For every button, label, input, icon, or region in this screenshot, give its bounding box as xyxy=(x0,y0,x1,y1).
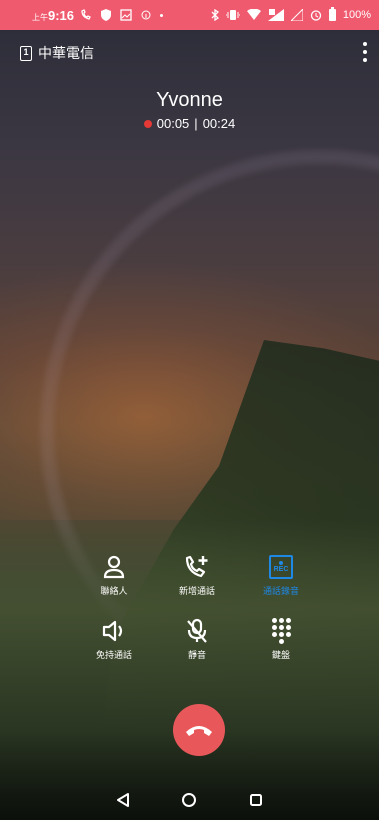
record-call-button[interactable]: REC 通話錄音 xyxy=(246,552,316,597)
gallery-icon xyxy=(120,9,132,21)
in-call-screen: 上午9:16 100% 1 中華電信 Yvonne 00:05 | 00:24 … xyxy=(0,0,379,820)
record-badge: REC xyxy=(273,566,289,573)
vibrate-icon xyxy=(225,10,240,20)
back-button[interactable] xyxy=(115,792,131,808)
dialpad-icon xyxy=(271,618,291,644)
navigation-bar xyxy=(0,780,379,820)
signal-icon xyxy=(267,9,284,21)
bluetooth-icon xyxy=(211,9,219,21)
mic-off-icon xyxy=(187,618,207,643)
call-forward-icon xyxy=(81,9,91,20)
alarm-icon xyxy=(310,10,322,21)
recording-indicator-icon xyxy=(143,119,152,128)
timer-separator: | xyxy=(194,116,198,131)
status-icons-right: 100% xyxy=(211,7,371,21)
record-icon: REC xyxy=(269,555,293,579)
call-elapsed: 00:05 xyxy=(156,116,190,131)
record-call-label: 通話錄音 xyxy=(262,586,299,596)
carrier-info: 1 中華電信 xyxy=(20,43,94,63)
status-time: 上午9:16 xyxy=(32,7,75,23)
add-call-icon xyxy=(185,555,208,578)
info-icon xyxy=(141,10,151,20)
signal-empty-icon xyxy=(290,9,303,21)
contacts-button[interactable]: 聯絡人 xyxy=(79,552,149,597)
battery-level: 100% xyxy=(342,9,371,21)
status-icons-left xyxy=(80,9,164,21)
home-button[interactable] xyxy=(181,792,197,808)
mute-label: 靜音 xyxy=(187,650,206,660)
speaker-button[interactable]: 免持通話 xyxy=(79,616,149,661)
caller-name: Yvonne xyxy=(156,89,223,111)
recents-button[interactable] xyxy=(248,792,264,808)
end-call-button[interactable] xyxy=(173,704,225,756)
mute-button[interactable]: 靜音 xyxy=(162,616,232,661)
speaker-icon xyxy=(102,620,123,642)
more-options-icon[interactable] xyxy=(359,42,371,62)
battery-icon xyxy=(328,7,336,21)
hang-up-icon xyxy=(186,726,212,736)
call-timer: 00:05 | 00:24 xyxy=(0,116,379,131)
keypad-label: 鍵盤 xyxy=(271,650,290,660)
person-icon xyxy=(103,555,125,579)
recording-time: 00:24 xyxy=(202,116,236,131)
contacts-label: 聯絡人 xyxy=(100,586,128,596)
wifi-icon xyxy=(246,9,261,20)
keypad-button[interactable]: 鍵盤 xyxy=(246,616,316,661)
add-call-label: 新增通話 xyxy=(178,586,215,596)
speaker-label: 免持通話 xyxy=(95,650,132,660)
notification-dot-icon xyxy=(160,13,164,17)
sim-card-icon: 1 xyxy=(20,45,32,61)
shield-icon xyxy=(101,9,112,21)
home-circle-icon xyxy=(182,793,197,807)
add-call-button[interactable]: 新增通話 xyxy=(162,552,232,597)
status-bar: 上午9:16 100% xyxy=(0,0,379,30)
back-triangle-icon xyxy=(117,793,130,807)
carrier-name: 中華電信 xyxy=(38,45,94,61)
recents-square-icon xyxy=(249,794,262,806)
